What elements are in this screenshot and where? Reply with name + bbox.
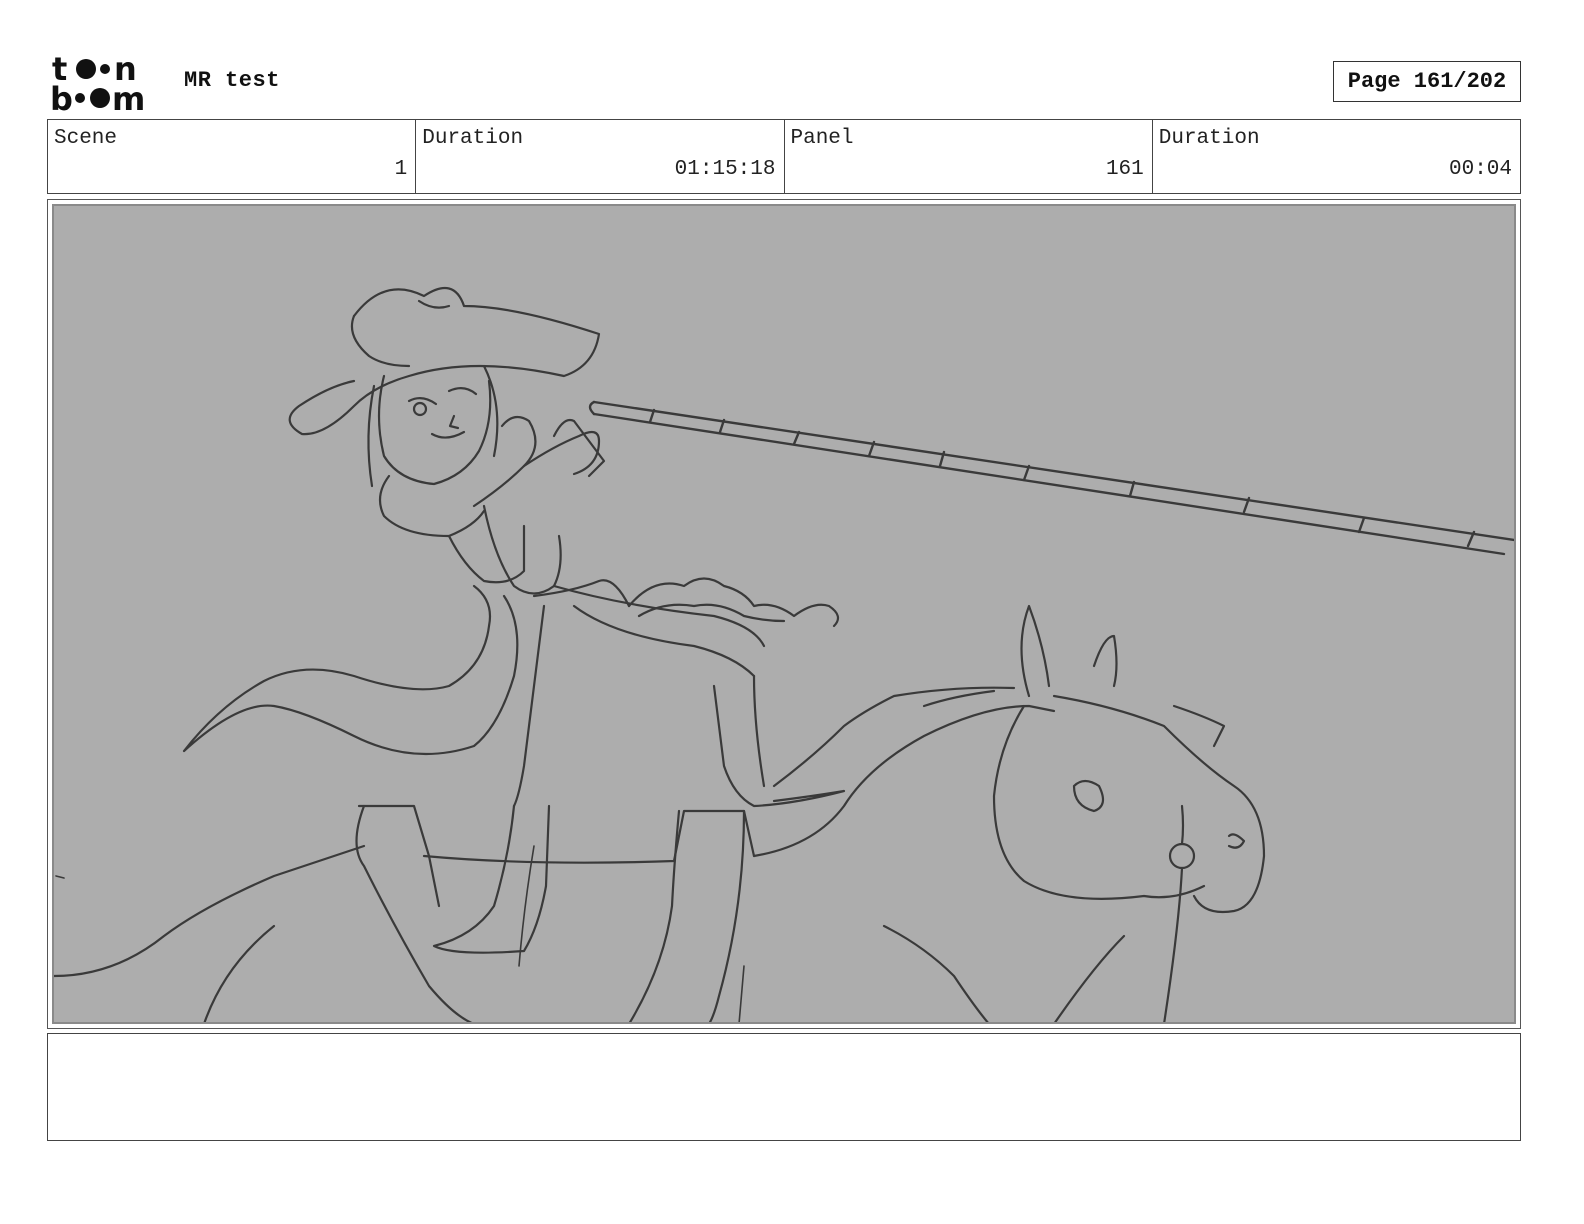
sketch-hat [288,286,601,436]
page-indicator: Page 161/202 [1333,61,1521,102]
panel-duration-label: Duration [1158,127,1260,150]
sketch-horse-head [882,604,1266,1022]
scene-cell: Scene 1 [48,120,417,193]
scene-duration-value: 01:15:18 [674,158,776,181]
sketch-lance [588,400,1514,556]
storyboard-panel-image [52,204,1516,1024]
sketch-horse [54,686,1056,1022]
svg-text:m: m [112,80,145,112]
toon-boom-logo: t n b m [50,50,165,118]
storyboard-panel-frame [47,199,1521,1029]
panel-duration-cell: Duration 00:04 [1153,120,1520,193]
svg-text:b: b [50,80,73,112]
scene-value: 1 [394,158,408,181]
sketch-legs [432,584,846,954]
scene-duration-cell: Duration 01:15:18 [416,120,785,193]
panel-label: Panel [790,127,854,150]
panel-notes-box [47,1033,1521,1141]
panel-value: 161 [1105,158,1144,181]
scene-duration-label: Duration [422,127,524,150]
sketch-torso [378,415,631,608]
project-title: MR test [184,68,280,93]
scene-label: Scene [54,127,118,150]
sketch-rider-on-horse [54,286,1514,1022]
scene-info-row: Scene 1 Duration 01:15:18 Panel 161 Dura… [47,119,1521,194]
panel-cell: Panel 161 [785,120,1153,193]
sketch-cloak [182,577,840,756]
panel-duration-value: 00:04 [1448,158,1512,181]
